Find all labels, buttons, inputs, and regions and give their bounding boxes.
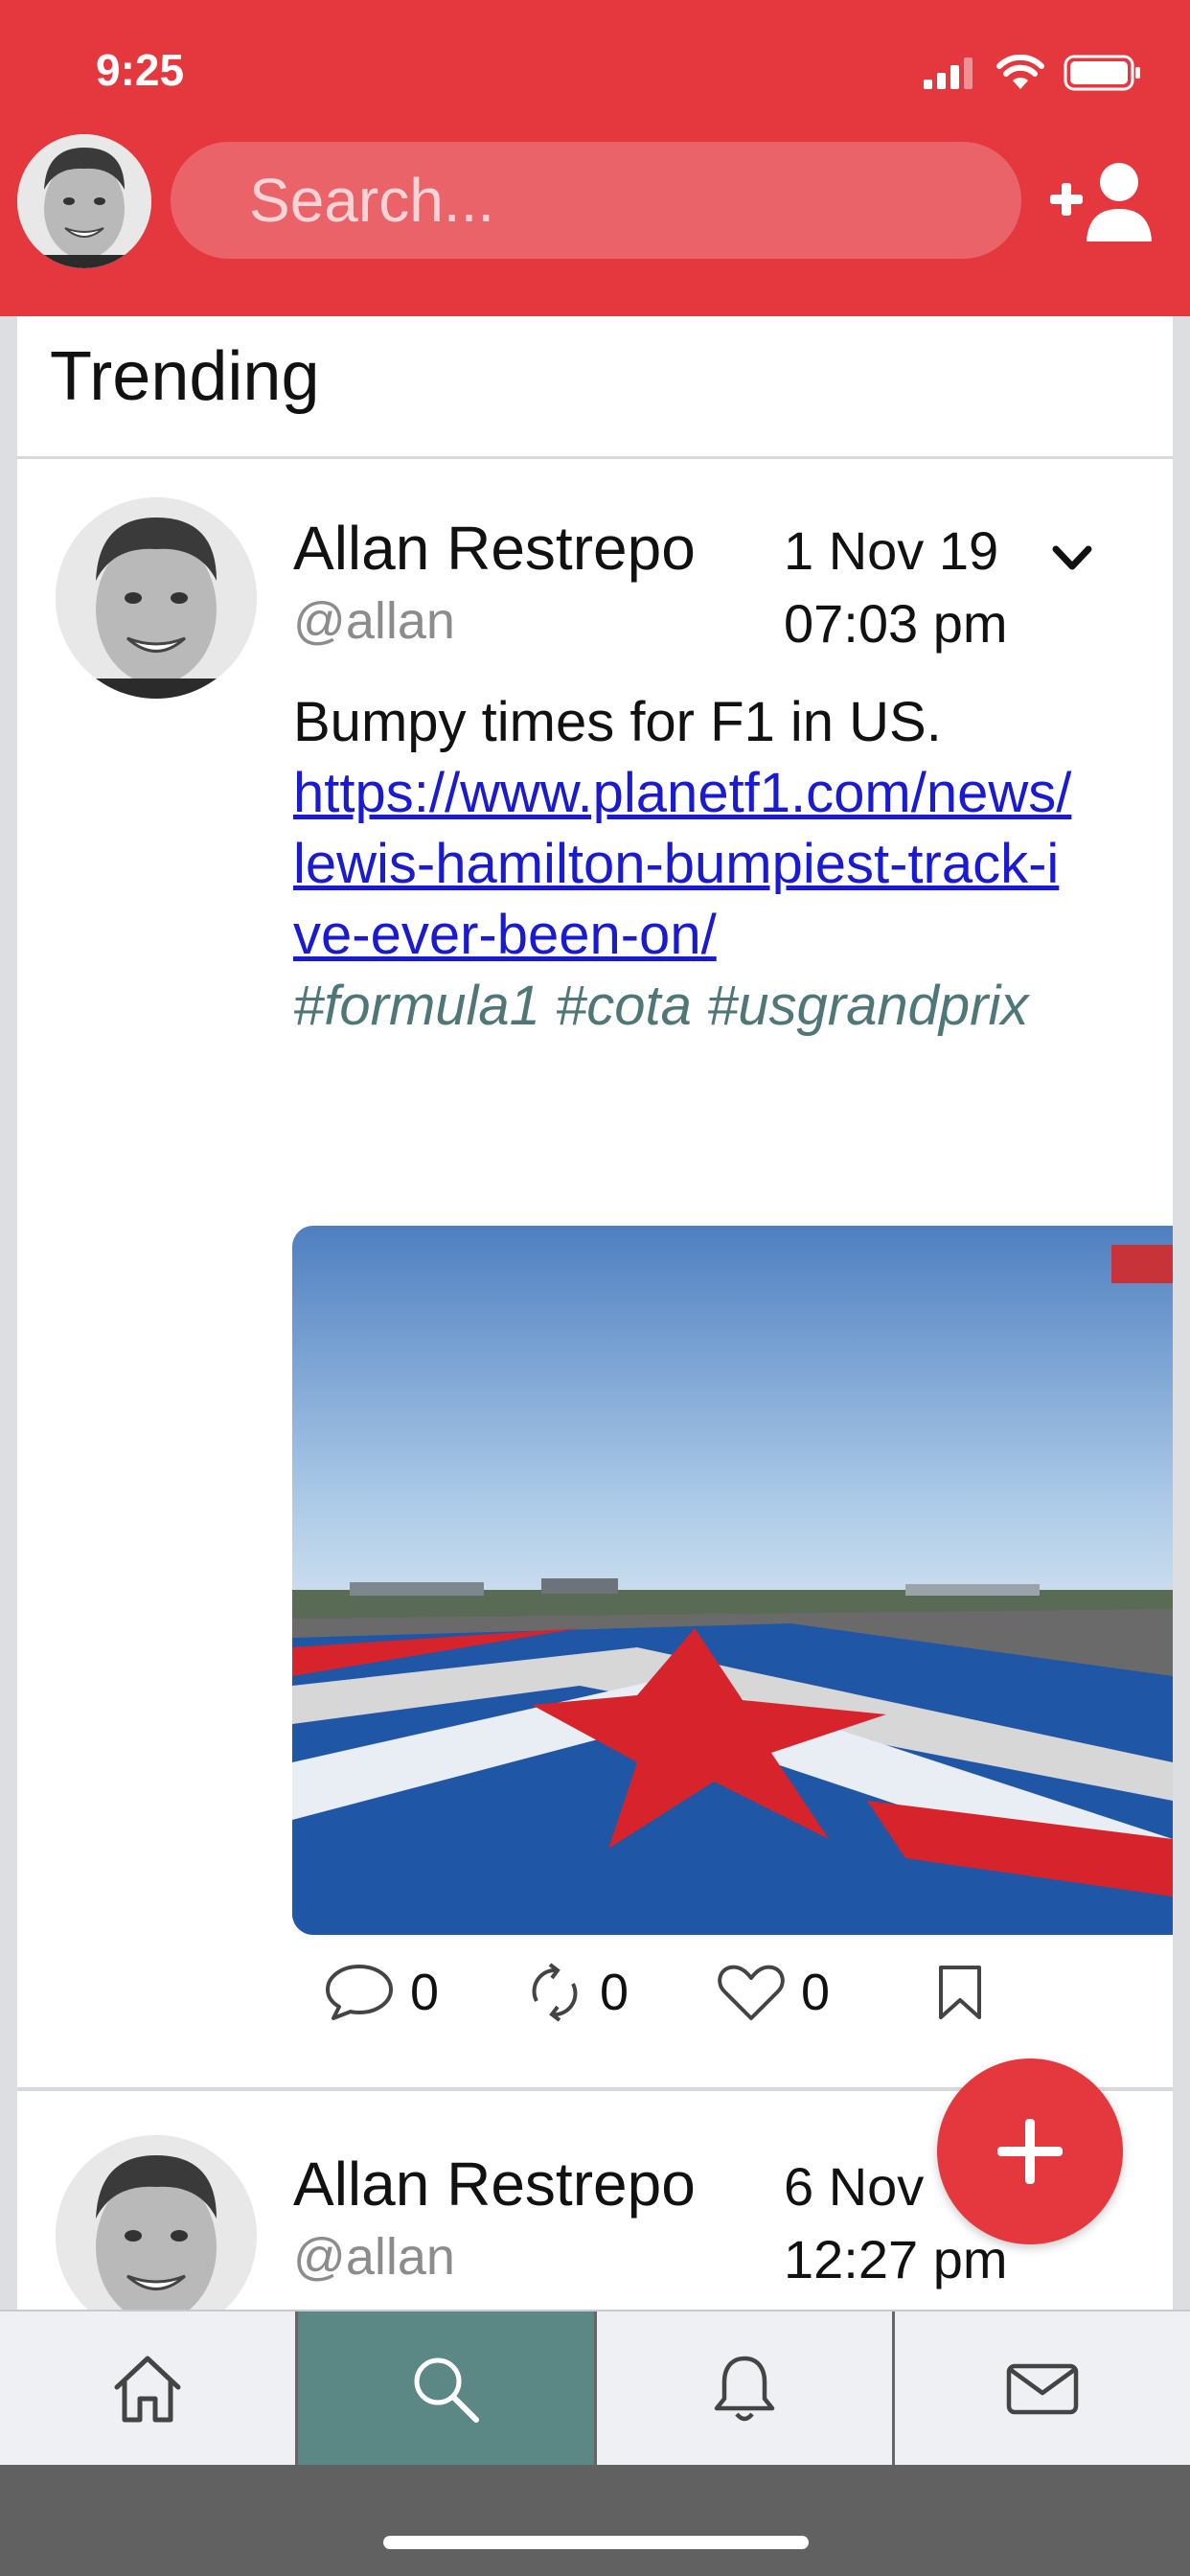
post-actions: 0 0 0	[324, 1954, 1090, 2031]
race-track-photo	[292, 1226, 1173, 1935]
author-name[interactable]: Allan Restrepo	[293, 513, 696, 584]
add-user-icon[interactable]	[1050, 159, 1156, 245]
search-bar[interactable]	[171, 142, 1040, 259]
repost-icon	[532, 1963, 578, 2022]
battery-icon	[1064, 55, 1140, 91]
post-timestamp: 1 Nov 19 07:03 pm	[784, 515, 1008, 660]
avatar-image	[56, 2135, 257, 2310]
status-icons	[924, 54, 1142, 92]
author-handle[interactable]: @allan	[293, 2227, 455, 2287]
plus-icon	[997, 2119, 1063, 2184]
post-time: 07:03 pm	[784, 593, 1008, 654]
feed-panel: Trending Allan Restrepo @allan 1 Nov 19 …	[17, 316, 1173, 2310]
bell-icon	[714, 2356, 774, 2422]
nav-home[interactable]	[0, 2312, 299, 2467]
reply-button[interactable]: 0	[324, 1963, 525, 2022]
section-title: Trending	[50, 338, 320, 415]
nav-search[interactable]	[298, 2312, 597, 2467]
bottom-nav	[0, 2310, 1190, 2467]
post-link[interactable]: https://www.planetf1.com/news/lewis-hami…	[293, 758, 1079, 971]
search-input[interactable]	[247, 164, 1040, 237]
post-card[interactable]: Allan Restrepo @allan 1 Nov 19 07:03 pm …	[17, 459, 1173, 2107]
compose-button[interactable]	[937, 2058, 1123, 2244]
avatar-image	[56, 497, 257, 699]
post-text: Bumpy times for F1 in US.	[293, 691, 942, 753]
wifi-icon	[996, 55, 1044, 89]
repost-button[interactable]: 0	[525, 1963, 717, 2022]
post-time: 12:27 pm	[784, 2229, 1008, 2289]
reply-count: 0	[410, 1964, 440, 2021]
home-icon	[114, 2356, 181, 2423]
heart-icon	[718, 1965, 785, 2020]
author-handle[interactable]: @allan	[293, 591, 455, 651]
like-button[interactable]: 0	[717, 1963, 937, 2022]
avatar-image	[17, 134, 151, 268]
post-date: 1 Nov 19	[784, 520, 999, 581]
user-avatar[interactable]	[17, 134, 151, 268]
status-time: 9:25	[96, 45, 185, 95]
mail-icon	[1006, 2363, 1079, 2415]
author-avatar[interactable]	[56, 2135, 257, 2310]
nav-notifications[interactable]	[597, 2312, 895, 2467]
chevron-down-icon[interactable]	[1048, 541, 1096, 576]
nav-messages[interactable]	[895, 2312, 1190, 2467]
repost-count: 0	[600, 1964, 629, 2021]
home-indicator[interactable]	[383, 2536, 809, 2549]
top-app-bar: 9:25	[0, 0, 1190, 316]
search-icon	[414, 2358, 480, 2423]
home-bar-area	[0, 2465, 1190, 2576]
like-count: 0	[801, 1964, 831, 2021]
bookmark-icon	[939, 1966, 981, 2019]
comment-icon	[326, 1965, 393, 2020]
signal-icon	[924, 58, 973, 89]
post-image[interactable]	[292, 1226, 1173, 1935]
bookmark-button[interactable]	[937, 1964, 983, 2021]
author-name[interactable]: Allan Restrepo	[293, 2149, 696, 2220]
post-hashtags[interactable]: #formula1 #cota #usgrandprix	[293, 971, 1079, 1042]
author-avatar[interactable]	[56, 497, 257, 699]
post-body: Bumpy times for F1 in US. https://www.pl…	[293, 687, 1079, 1042]
